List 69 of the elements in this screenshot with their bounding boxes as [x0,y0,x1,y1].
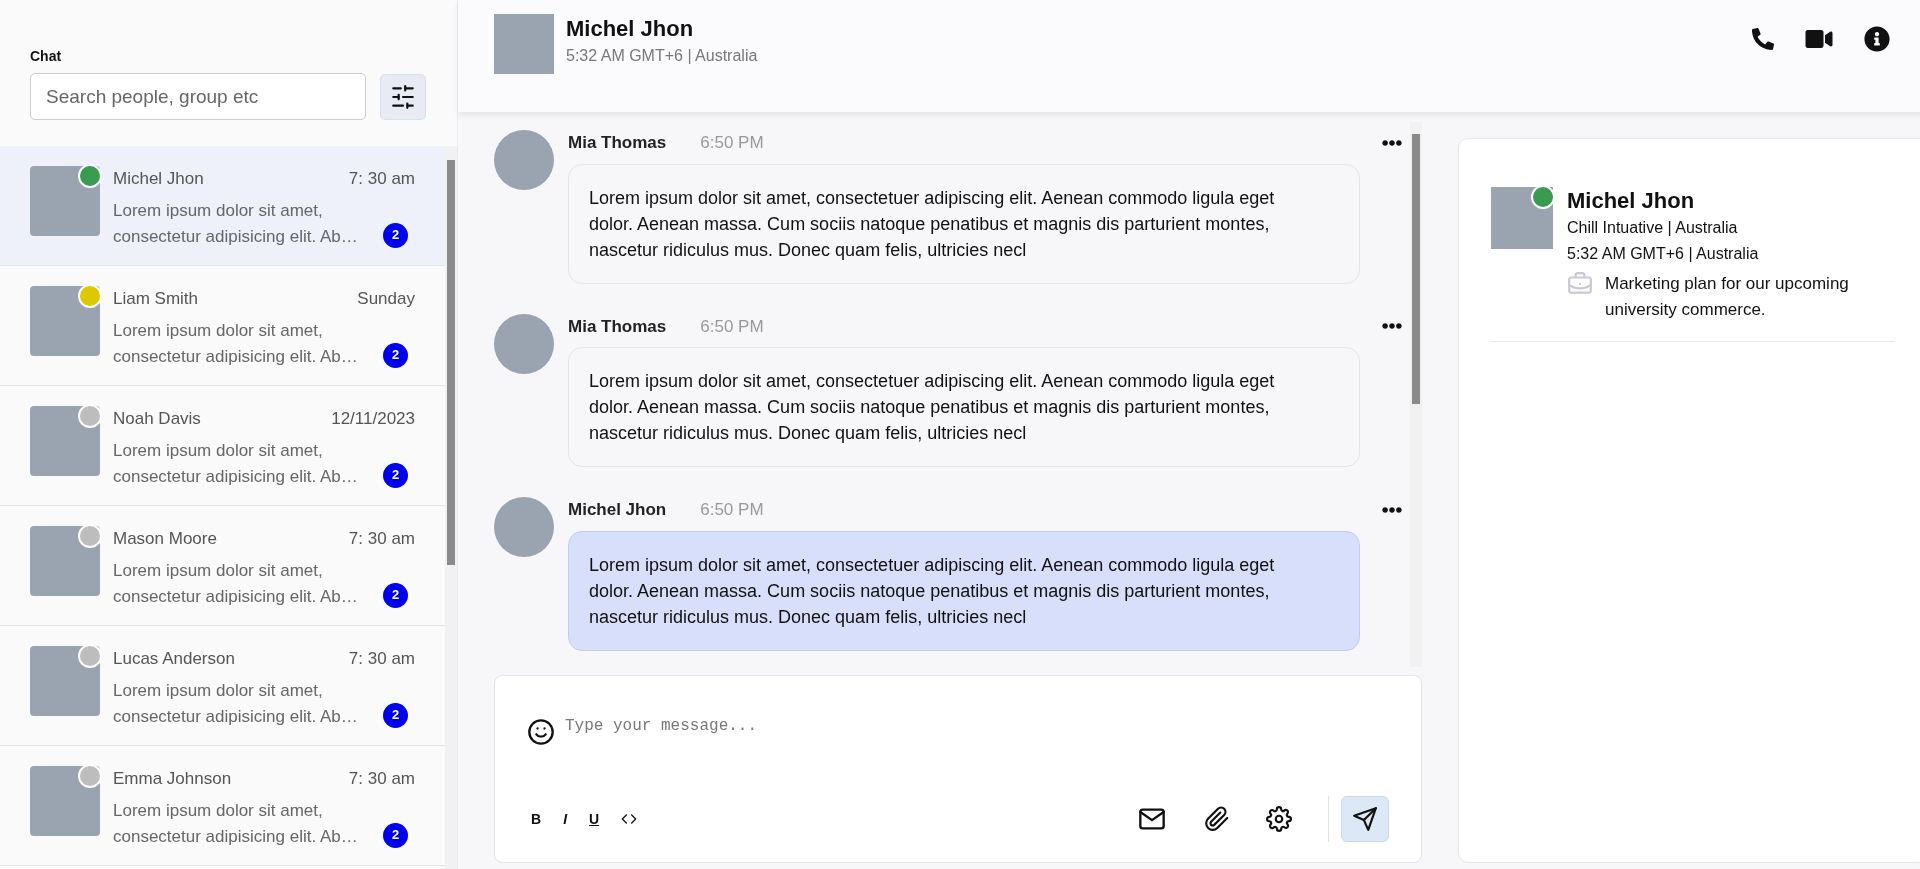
message-bubble: Lorem ipsum dolor sit amet, consectetuer adipiscing elit. Aenean commodo ligula eget dolor. Aenean massa. Cum sociis natoque penatibus et magnis dis parturient montes, nascetur ridiculus mus. Donec quam felis, ultricies necl [568,530,1360,651]
contact-name: Lucas Anderson [113,648,235,670]
contact-name: Michel Jhon [566,15,695,43]
sidebar-title: Chat [30,47,63,66]
photo-placeholder [1491,187,1553,249]
message-preview: Lorem ipsum dolor sit amet, consectetur adipisicing elit. Ab… [113,799,359,848]
avatar [494,497,554,557]
unread-count: 2 [383,702,408,728]
settings-icon[interactable] [1266,806,1292,832]
message-preview: Lorem ipsum dolor sit amet, consectetur adipisicing elit. Ab… [113,679,359,728]
contact-subtitle: 5:32 AM GMT+6 | Australia [566,46,758,66]
contact-name: Mason Moore [113,528,217,550]
contact-name: Emma Johnson [113,768,232,790]
message-bubble: Lorem ipsum dolor sit amet, consectetuer adipiscing elit. Aenean commodo ligula eget dolor. Aenean massa. Cum sociis natoque penatibus et magnis dis parturient montes, nascetur ridiculus mus. Donec quam felis, ultricies necl [568,163,1360,284]
profile-company: Chill Intuative | Australia [1567,218,1739,238]
profile-note: Marketing plan for our upcoming university commerce. [1605,273,1850,321]
message-time: 6:50 PM [700,315,764,338]
format-button[interactable]: U [589,808,600,830]
message-preview: Lorem ipsum dolor sit amet, consectetur adipisicing elit. Ab… [113,559,359,608]
message-preview: Lorem ipsum dolor sit amet, consectetur adipisicing elit. Ab… [113,199,359,248]
sender-name: Mia Thomas [568,132,667,154]
message-time: 6:50 PM [700,499,764,521]
sliders-icon [390,83,416,110]
photo-placeholder [30,646,100,716]
search-field[interactable]: Search people, group etc [30,73,366,120]
contact-name: Michel Jhon [113,168,204,190]
photo-placeholder [30,286,100,356]
contact-name: Noah Davis [113,408,201,430]
scrollbar[interactable] [1410,122,1422,667]
scrollbar[interactable] [445,146,457,869]
smiley-icon[interactable] [527,718,555,746]
chat-time: 7: 30 am [348,528,415,550]
unread-count: 2 [383,822,408,848]
unread-count: 2 [383,462,408,488]
chat-time: 7: 30 am [348,768,415,790]
photo-placeholder [30,526,100,596]
profile-name: Michel Jhon [1567,187,1696,215]
chat-time: Sunday [357,288,415,310]
photo-placeholder [30,766,100,836]
message-composer[interactable]: Type your message... B I U [494,675,1422,863]
send-button[interactable] [1341,796,1389,842]
paperclip-icon[interactable] [1204,806,1230,832]
photo-placeholder [30,166,100,236]
message-bubble: Lorem ipsum dolor sit amet, consectetuer adipiscing elit. Aenean commodo ligula eget dolor. Aenean massa. Cum sociis natoque penatibus et magnis dis parturient montes, nascetur ridiculus mus. Donec quam felis, ultricies necl [568,347,1360,467]
unread-count: 2 [383,582,408,608]
unread-count: 2 [383,222,408,248]
chat-item[interactable]: Michel Jhon 7: 30 am Lorem ipsum dolor sit amet, consectetur adipisicing elit. Ab… 2 [0,146,445,266]
contact-name: Liam Smith [113,288,199,310]
unread-count: 2 [383,342,408,368]
filter-button[interactable] [380,73,426,120]
avatar [494,130,554,190]
video-camera-icon[interactable] [1804,27,1834,51]
format-button[interactable]: I [563,808,567,830]
message-preview: Lorem ipsum dolor sit amet, consectetur adipisicing elit. Ab… [113,319,359,368]
chat-time: 12/11/2023 [331,408,415,430]
code-icon[interactable] [621,811,638,827]
info-icon[interactable] [1864,26,1890,52]
photo-placeholder [30,406,100,476]
chat-time: 7: 30 am [348,648,415,670]
profile-time: 5:32 AM GMT+6 | Australia [1567,244,1760,264]
message-preview: Lorem ipsum dolor sit amet, consectetur adipisicing elit. Ab… [113,439,359,488]
sender-name: Michel Jhon [568,499,667,521]
chat-time: 7: 30 am [348,168,415,190]
message-time: 6:50 PM [700,132,764,154]
send-icon [1352,806,1378,832]
sender-name: Mia Thomas [568,315,667,338]
photo-placeholder [494,14,554,74]
phone-icon[interactable] [1752,28,1774,50]
format-button[interactable]: B [531,808,542,830]
